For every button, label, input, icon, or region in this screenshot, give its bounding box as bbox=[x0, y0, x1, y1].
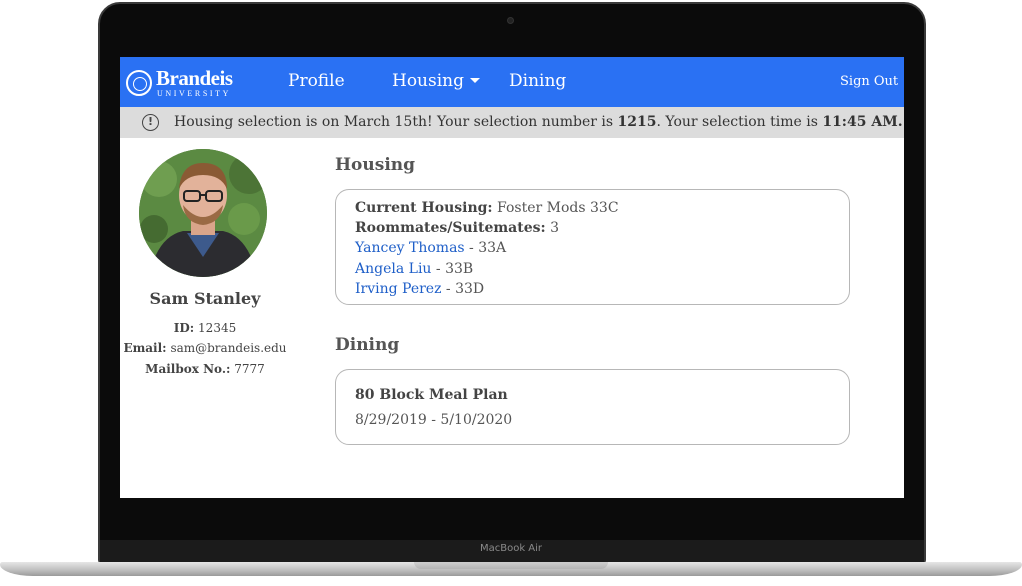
roommates-count: Roommates/Suitemates: 3 bbox=[355, 220, 559, 236]
roommate-room: - 33A bbox=[464, 240, 507, 256]
selection-number: 1215 bbox=[617, 114, 657, 130]
list-item: Yancey Thomas - 33A bbox=[355, 240, 506, 256]
logo-name: Brandeis bbox=[156, 66, 233, 90]
roommate-room: - 33D bbox=[441, 281, 485, 297]
nav-dining-link[interactable]: Dining bbox=[509, 71, 566, 91]
mailbox-value: 7777 bbox=[234, 362, 265, 376]
dining-section-title: Dining bbox=[335, 335, 400, 355]
housing-section-title: Housing bbox=[335, 155, 416, 175]
camera-icon bbox=[507, 17, 514, 24]
housing-card: Current Housing: Foster Mods 33C Roommat… bbox=[335, 189, 850, 305]
screen: Brandeis UNIVERSITY Profile Housing Dini… bbox=[120, 57, 904, 498]
roommates-count-value: 3 bbox=[550, 220, 560, 236]
avatar bbox=[139, 149, 267, 277]
logo-subtitle: UNIVERSITY bbox=[157, 89, 231, 98]
nav-profile-link[interactable]: Profile bbox=[288, 71, 345, 91]
selection-time: 11:45 AM. bbox=[822, 114, 903, 130]
alert-text: Housing selection is on March 15th! Your… bbox=[174, 107, 903, 138]
roommate-room: - 33B bbox=[431, 261, 474, 277]
current-housing-label: Current Housing: bbox=[355, 200, 493, 216]
university-seal-icon bbox=[126, 70, 152, 96]
meal-plan-name: 80 Block Meal Plan bbox=[355, 387, 508, 403]
current-housing: Current Housing: Foster Mods 33C bbox=[355, 200, 619, 216]
caret-down-icon bbox=[470, 78, 481, 83]
roommate-link[interactable]: Irving Perez bbox=[355, 281, 441, 297]
sign-out-link[interactable]: Sign Out bbox=[840, 74, 898, 89]
id-label: ID: bbox=[173, 321, 195, 335]
roommates-label: Roommates/Suitemates: bbox=[355, 220, 546, 236]
avatar-photo bbox=[139, 149, 267, 277]
selection-alert: ! Housing selection is on March 15th! Yo… bbox=[120, 107, 904, 138]
nav-housing-label: Housing bbox=[392, 71, 465, 91]
list-item: Angela Liu - 33B bbox=[355, 261, 473, 277]
email-value: sam@brandeis.edu bbox=[170, 341, 287, 355]
laptop-notch bbox=[414, 562, 608, 569]
email-label: Email: bbox=[123, 341, 167, 355]
current-housing-value: Foster Mods 33C bbox=[497, 200, 619, 216]
dining-card: 80 Block Meal Plan 8/29/2019 - 5/10/2020 bbox=[335, 369, 850, 445]
meal-plan-dates: 8/29/2019 - 5/10/2020 bbox=[355, 412, 513, 428]
roommate-link[interactable]: Angela Liu bbox=[355, 261, 431, 277]
mailbox-label: Mailbox No.: bbox=[145, 362, 231, 376]
nav-housing-dropdown[interactable]: Housing bbox=[392, 71, 481, 91]
alert-middle: . Your selection time is bbox=[656, 114, 823, 130]
profile-mailbox: Mailbox No.: 7777 bbox=[120, 362, 290, 376]
brandeis-logo[interactable]: Brandeis UNIVERSITY bbox=[126, 66, 246, 99]
list-item: Irving Perez - 33D bbox=[355, 281, 484, 297]
exclamation-circle-icon: ! bbox=[142, 114, 159, 131]
id-value: 12345 bbox=[198, 321, 237, 335]
roommate-link[interactable]: Yancey Thomas bbox=[355, 240, 465, 256]
top-navbar: Brandeis UNIVERSITY Profile Housing Dini… bbox=[120, 57, 904, 107]
profile-name: Sam Stanley bbox=[149, 289, 261, 308]
profile-email: Email: sam@brandeis.edu bbox=[120, 341, 290, 355]
alert-prefix: Housing selection is on March 15th! Your… bbox=[174, 114, 618, 130]
device-label: MacBook Air bbox=[479, 543, 543, 554]
profile-id: ID: 12345 bbox=[120, 321, 290, 335]
